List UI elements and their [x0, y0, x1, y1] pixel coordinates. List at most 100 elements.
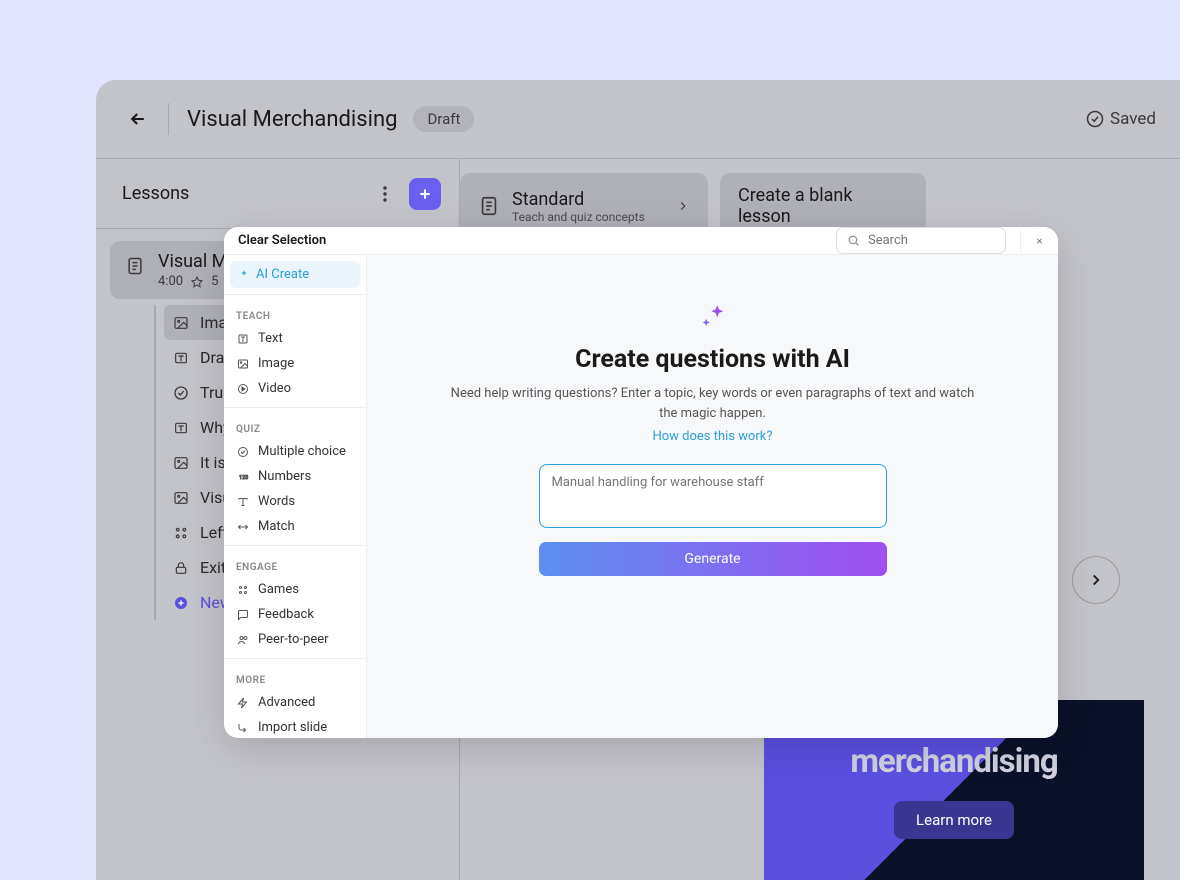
menu-item-numbers[interactable]: 123 Numbers: [224, 464, 366, 489]
menu-label: Words: [258, 494, 295, 509]
menu-label: Games: [258, 582, 299, 597]
category-quiz: QUIZ: [224, 414, 366, 439]
status-badge: Draft: [413, 106, 474, 132]
sparkles-icon player: [696, 303, 730, 333]
menu-label: Numbers: [258, 469, 311, 484]
how-does-this-work-link[interactable]: How does this work?: [652, 429, 772, 444]
ai-create-title: Create questions with AI: [575, 345, 850, 374]
menu-item-text[interactable]: Text: [224, 326, 366, 351]
image-icon: [236, 357, 250, 371]
more-options-button[interactable]: [369, 178, 401, 210]
numbers-icon: 123: [236, 470, 250, 484]
add-lesson-button[interactable]: [409, 178, 441, 210]
next-arrow-button[interactable]: [1072, 556, 1120, 604]
import-icon: [236, 721, 250, 735]
ai-topic-input[interactable]: [539, 464, 887, 528]
category-teach: TEACH: [224, 301, 366, 326]
category-more: MORE: [224, 665, 366, 690]
menu-label: Match: [258, 519, 295, 534]
card-title: Standard: [512, 189, 645, 210]
saved-label: Saved: [1110, 109, 1156, 129]
text-icon: [172, 419, 190, 437]
play-icon: [236, 382, 250, 396]
menu-item-words[interactable]: Words: [224, 489, 366, 514]
menu-item-import[interactable]: Import slide: [224, 715, 366, 738]
menu-item-advanced[interactable]: Advanced: [224, 690, 366, 715]
divider: [224, 294, 366, 295]
search-icon: [847, 234, 860, 247]
menu-label: Import slide: [258, 720, 327, 735]
menu-item-video[interactable]: Video: [224, 376, 366, 401]
check-circle-icon: [1086, 110, 1104, 128]
learn-more-button[interactable]: Learn more: [894, 801, 1014, 839]
menu-label: Peer-to-peer: [258, 632, 329, 647]
sidebar-title: Lessons: [122, 183, 189, 204]
image-icon: [172, 489, 190, 507]
modal-content: Create questions with AI Need help writi…: [367, 255, 1058, 738]
sidebar-header: Lessons: [96, 159, 459, 229]
menu-item-feedback[interactable]: Feedback: [224, 602, 366, 627]
menu-label: Multiple choice: [258, 444, 346, 459]
ai-create-item[interactable]: AI Create: [230, 261, 360, 288]
close-icon: [1035, 234, 1044, 248]
sparkles-icon: [696, 303, 730, 333]
type-icon: [236, 495, 250, 509]
game-icon: [236, 583, 250, 597]
menu-item-peer[interactable]: Peer-to-peer: [224, 627, 366, 652]
lesson-title: Visual M: [158, 251, 227, 272]
lesson-meta: 4:00 5: [158, 274, 227, 289]
card-title: Create a blank lesson: [738, 185, 908, 227]
text-icon: [236, 332, 250, 346]
modal-body: AI Create TEACH Text Image Video QUIZ Mu…: [224, 255, 1058, 738]
image-icon: [172, 454, 190, 472]
check-icon: [236, 445, 250, 459]
back-button[interactable]: [120, 101, 156, 137]
lesson-duration: 4:00: [158, 274, 183, 289]
menu-label: Text: [258, 331, 283, 346]
divider: [224, 407, 366, 408]
saved-indicator: Saved: [1086, 109, 1156, 129]
menu-item-match[interactable]: Match: [224, 514, 366, 539]
clear-selection-button[interactable]: Clear Selection: [238, 233, 326, 248]
lock-icon: [172, 559, 190, 577]
slide-label: Exit: [200, 558, 226, 577]
search-box[interactable]: [836, 227, 1006, 254]
menu-item-games[interactable]: Games: [224, 577, 366, 602]
divider: [224, 658, 366, 659]
sparkle-icon: [238, 269, 250, 281]
check-icon: [172, 384, 190, 402]
menu-label: Image: [258, 356, 294, 371]
header-bar: Visual Merchandising Draft Saved: [96, 80, 1180, 159]
divider: [168, 103, 169, 135]
star-icon: [191, 276, 203, 288]
generate-button[interactable]: Generate: [539, 542, 887, 576]
plus-circle-icon: [172, 594, 190, 612]
bolt-icon: [236, 696, 250, 710]
text-icon: [172, 349, 190, 367]
close-button[interactable]: [1020, 229, 1044, 253]
match-icon: [172, 524, 190, 542]
chat-icon: [236, 608, 250, 622]
menu-label: Advanced: [258, 695, 315, 710]
menu-item-multiple-choice[interactable]: Multiple choice: [224, 439, 366, 464]
modal-header: Clear Selection: [224, 227, 1058, 255]
menu-label: Video: [258, 381, 291, 396]
svg-text:123: 123: [239, 475, 248, 481]
hero-text: merchandising: [850, 742, 1057, 781]
document-icon: [122, 253, 148, 279]
document-icon: [478, 195, 500, 217]
modal-sidebar: AI Create TEACH Text Image Video QUIZ Mu…: [224, 255, 367, 738]
lesson-stars: 5: [211, 274, 218, 289]
search-input[interactable]: [868, 233, 988, 248]
page-title: Visual Merchandising: [187, 107, 397, 132]
chevron-right-icon: [676, 199, 690, 213]
category-engage: ENGAGE: [224, 552, 366, 577]
ai-create-subtitle: Need help writing questions? Enter a top…: [447, 384, 978, 423]
slide-picker-modal: Clear Selection AI Create TEACH Text Ima…: [224, 227, 1058, 738]
ai-create-label: AI Create: [256, 267, 309, 282]
divider: [224, 545, 366, 546]
menu-item-image[interactable]: Image: [224, 351, 366, 376]
image-icon: [172, 314, 190, 332]
card-subtitle: Teach and quiz concepts: [512, 210, 645, 224]
menu-label: Feedback: [258, 607, 314, 622]
